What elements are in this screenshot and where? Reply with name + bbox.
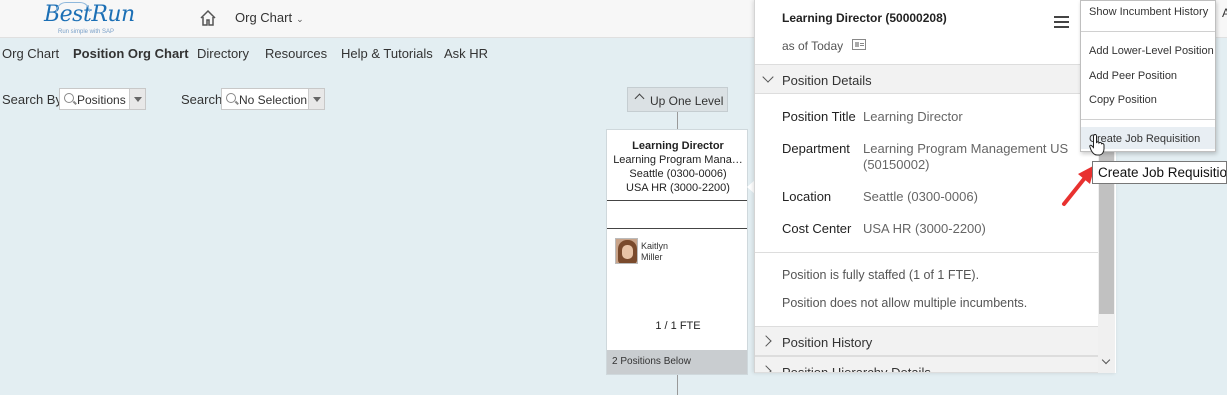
position-hierarchy-section-header[interactable]: Position Hierarchy Details bbox=[755, 356, 1098, 373]
position-actions-menu: Show Incumbent History Add Lower-Level P… bbox=[1080, 0, 1216, 152]
search-icon bbox=[226, 93, 236, 103]
menu-item-add-lower-level-position[interactable]: Add Lower-Level Position bbox=[1089, 45, 1214, 57]
logo-tagline: Run simple with SAP bbox=[58, 29, 115, 35]
staffing-note: Position is fully staffed (1 of 1 FTE). bbox=[782, 268, 980, 282]
connector-line bbox=[677, 112, 678, 129]
menu-item-add-peer-position[interactable]: Add Peer Position bbox=[1089, 70, 1177, 82]
nav-help-tutorials[interactable]: Help & Tutorials bbox=[341, 46, 433, 61]
calendar-card-icon[interactable] bbox=[852, 39, 866, 50]
incumbent-first-name: Kaitlyn bbox=[641, 241, 669, 251]
tooltip: Create Job Requisition bbox=[1092, 161, 1227, 184]
company-logo[interactable]: BestRun Run simple with SAP bbox=[44, 2, 136, 36]
card-divider bbox=[607, 200, 747, 201]
field-value-location: Seattle (0300-0006) bbox=[863, 189, 978, 204]
menu-item-show-incumbent-history[interactable]: Show Incumbent History bbox=[1089, 6, 1208, 18]
section-header-label: Position History bbox=[782, 335, 873, 350]
field-value-cost-center: USA HR (3000-2200) bbox=[863, 221, 986, 236]
search-by-value: Positions bbox=[77, 93, 126, 107]
home-icon[interactable] bbox=[199, 9, 217, 27]
search-input[interactable]: No Selection bbox=[221, 88, 325, 110]
nav-ask-hr[interactable]: Ask HR bbox=[444, 46, 488, 61]
menu-separator bbox=[1081, 31, 1215, 32]
connector-line bbox=[677, 375, 678, 395]
dropdown-arrow-icon[interactable] bbox=[308, 89, 324, 109]
search-by-select[interactable]: Positions bbox=[59, 88, 146, 110]
chevron-down-icon bbox=[762, 71, 774, 83]
card-cost-center: USA HR (3000-2200) bbox=[626, 182, 730, 194]
as-of-date: as of Today bbox=[782, 39, 844, 53]
panel-divider bbox=[755, 252, 1098, 253]
dropdown-arrow-icon[interactable] bbox=[129, 89, 145, 109]
nav-resources[interactable]: Resources bbox=[265, 46, 327, 61]
search-icon bbox=[64, 93, 74, 103]
field-label-cost-center: Cost Center bbox=[782, 221, 852, 236]
field-label-department: Department bbox=[782, 141, 850, 156]
nav-position-org-chart[interactable]: Position Org Chart bbox=[73, 46, 189, 61]
up-one-level-label: Up One Level bbox=[650, 94, 724, 108]
card-divider bbox=[607, 228, 747, 229]
menu-item-copy-position[interactable]: Copy Position bbox=[1089, 94, 1157, 106]
positions-below-button[interactable]: 2 Positions Below bbox=[607, 350, 747, 374]
incumbents-note: Position does not allow multiple incumbe… bbox=[782, 296, 1028, 310]
menu-item-create-job-requisition[interactable]: Create Job Requisition bbox=[1089, 133, 1200, 145]
card-department: Learning Program Mana… bbox=[613, 154, 743, 166]
search-value: No Selection bbox=[239, 93, 308, 107]
module-selector-label: Org Chart bbox=[235, 10, 293, 25]
card-fte: 1 / 1 FTE bbox=[655, 320, 701, 332]
nav-org-chart[interactable]: Org Chart bbox=[2, 46, 59, 61]
position-history-section-header[interactable]: Position History bbox=[755, 326, 1098, 356]
avatar[interactable] bbox=[615, 238, 638, 264]
search-label: Search bbox=[181, 92, 223, 107]
search-by-label: Search By bbox=[2, 92, 62, 107]
header-edge-text: A bbox=[1222, 6, 1227, 20]
section-header-label: Position Details bbox=[782, 73, 872, 88]
chevron-right-icon bbox=[760, 365, 772, 372]
card-position-title: Learning Director bbox=[632, 140, 724, 152]
menu-separator bbox=[1081, 119, 1215, 120]
incumbent-last-name: Miller bbox=[641, 252, 663, 262]
chevron-right-icon bbox=[760, 335, 772, 347]
position-details-section-header[interactable]: Position Details bbox=[755, 64, 1098, 94]
logo-cloud-icon bbox=[56, 2, 90, 12]
position-card[interactable]: Learning Director Learning Program Mana…… bbox=[606, 129, 748, 375]
card-location: Seattle (0300-0006) bbox=[629, 168, 727, 180]
field-label-location: Location bbox=[782, 189, 832, 204]
menu-icon[interactable] bbox=[1054, 16, 1069, 28]
chevron-down-icon: ⌄ bbox=[296, 14, 304, 24]
nav-directory[interactable]: Directory bbox=[197, 46, 249, 61]
field-value-department: Learning Program Management US (50150002… bbox=[863, 141, 1069, 172]
hand-cursor-icon bbox=[1089, 134, 1105, 156]
scroll-down-icon[interactable] bbox=[1101, 355, 1111, 365]
up-one-level-button[interactable]: Up One Level bbox=[627, 87, 728, 112]
incumbent-name[interactable]: Kaitlyn Miller bbox=[641, 241, 668, 263]
field-label-position-title: Position Title bbox=[782, 109, 856, 124]
panel-title: Learning Director (50000208) bbox=[782, 11, 947, 25]
section-header-label: Position Hierarchy Details bbox=[782, 365, 931, 373]
field-value-position-title: Learning Director bbox=[863, 109, 963, 124]
chevron-up-icon bbox=[634, 93, 645, 104]
module-selector[interactable]: Org Chart ⌄ bbox=[235, 10, 304, 25]
